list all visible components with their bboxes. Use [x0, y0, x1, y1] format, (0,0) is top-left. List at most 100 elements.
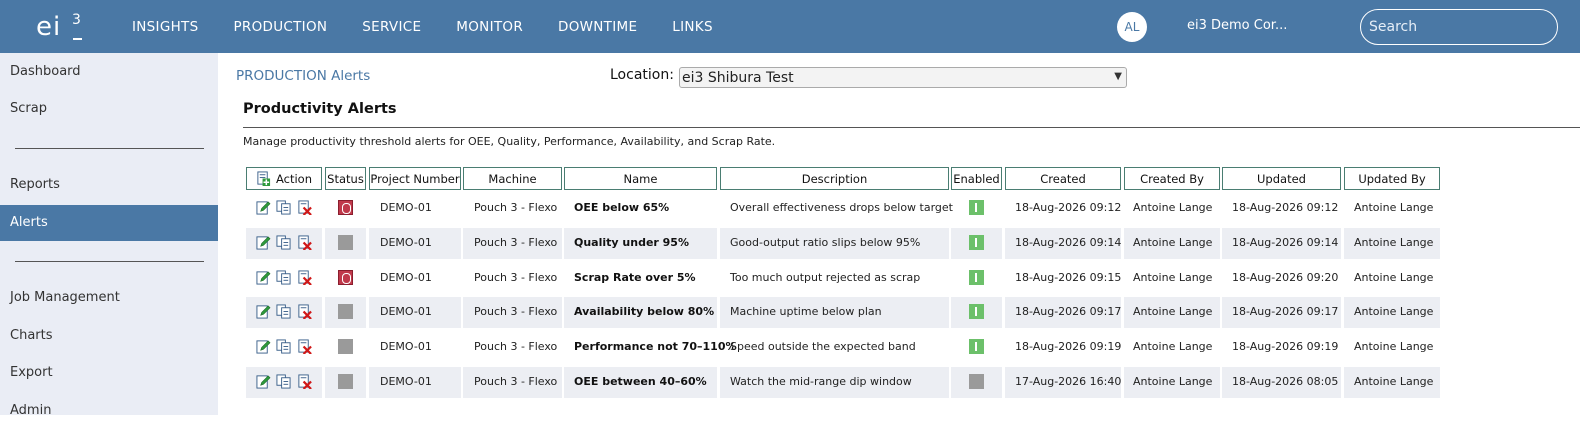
alert-name-cell: Performance not 70–110%: [574, 340, 737, 353]
enabled-toggle-off[interactable]: [969, 374, 984, 389]
add-alert-icon[interactable]: [256, 171, 271, 186]
created-cell: 18-Aug-2026 09:19: [1015, 340, 1122, 353]
search-input[interactable]: [1360, 9, 1558, 45]
column-header-machine[interactable]: Machine: [463, 167, 562, 190]
description-cell: Watch the mid-range dip window: [730, 375, 912, 388]
edit-icon[interactable]: [256, 304, 271, 319]
top-bar: ei 3 INSIGHTS PRODUCTION SERVICE MONITOR…: [0, 0, 1580, 53]
updated-cell: 18-Aug-2026 09:20: [1232, 271, 1339, 284]
delete-icon[interactable]: [297, 304, 312, 319]
sidebar-item-alerts[interactable]: Alerts: [0, 205, 218, 241]
updated-by-cell: Antoine Lange: [1354, 201, 1434, 214]
breadcrumb[interactable]: PRODUCTION Alerts: [236, 68, 370, 84]
column-header-name[interactable]: Name: [564, 167, 717, 190]
edit-icon[interactable]: [256, 235, 271, 250]
nav-downtime[interactable]: DOWNTIME: [558, 19, 637, 35]
copy-icon[interactable]: [276, 235, 291, 250]
status-idle-icon: [338, 339, 353, 354]
location-select[interactable]: ei3 Shibura Test ▼: [679, 67, 1127, 88]
copy-icon[interactable]: [276, 339, 291, 354]
created-by-cell: Antoine Lange: [1133, 236, 1213, 249]
enabled-toggle-on[interactable]: [969, 304, 984, 319]
column-header-updated[interactable]: Updated: [1222, 167, 1341, 190]
enabled-toggle-on[interactable]: [969, 270, 984, 285]
sidebar-item-scrap[interactable]: Scrap: [0, 91, 218, 127]
updated-cell: 18-Aug-2026 09:14: [1232, 236, 1339, 249]
created-by-cell: Antoine Lange: [1133, 201, 1213, 214]
created-cell: 18-Aug-2026 09:17: [1015, 305, 1122, 318]
title-divider: [243, 127, 1580, 128]
created-cell: 18-Aug-2026 09:15: [1015, 271, 1122, 284]
chevron-down-icon: ▼: [1114, 71, 1122, 82]
delete-icon[interactable]: [297, 235, 312, 250]
company-name[interactable]: ei3 Demo Cor...: [1187, 18, 1287, 33]
ei3-logo[interactable]: ei 3: [36, 6, 96, 48]
column-header-created[interactable]: Created: [1005, 167, 1121, 190]
sidebar-item-dashboard[interactable]: Dashboard: [0, 54, 218, 90]
description-cell: Speed outside the expected band: [730, 340, 916, 353]
edit-icon[interactable]: [256, 339, 271, 354]
nav-production[interactable]: PRODUCTION: [233, 19, 327, 35]
nav-links[interactable]: LINKS: [672, 19, 713, 35]
updated-cell: 18-Aug-2026 09:17: [1232, 305, 1339, 318]
description-cell: Good-output ratio slips below 95%: [730, 236, 921, 249]
sidebar-item-charts[interactable]: Charts: [0, 318, 218, 354]
created-by-cell: Antoine Lange: [1133, 340, 1213, 353]
copy-icon[interactable]: [276, 270, 291, 285]
edit-icon[interactable]: [256, 200, 271, 215]
created-by-cell: Antoine Lange: [1133, 375, 1213, 388]
updated-by-cell: Antoine Lange: [1354, 305, 1434, 318]
copy-icon[interactable]: [276, 304, 291, 319]
description-cell: Machine uptime below plan: [730, 305, 882, 318]
column-header-action[interactable]: Action: [246, 167, 322, 190]
enabled-toggle-on[interactable]: [969, 339, 984, 354]
user-avatar[interactable]: AL: [1117, 12, 1147, 42]
column-header-updated-by[interactable]: Updated By: [1344, 167, 1440, 190]
column-header-project-number[interactable]: Project Number: [369, 167, 461, 190]
project-number-cell: DEMO-01: [380, 375, 432, 388]
column-header-status[interactable]: Status: [325, 167, 366, 190]
status-triggered-icon: [338, 200, 353, 215]
nav-monitor[interactable]: MONITOR: [456, 19, 523, 35]
column-header-label: Action: [275, 171, 313, 186]
edit-icon[interactable]: [256, 374, 271, 389]
alert-name-cell: OEE below 65%: [574, 201, 670, 214]
sidebar-item-reports[interactable]: Reports: [0, 167, 218, 203]
sidebar-divider: [15, 148, 204, 149]
sidebar-item-export[interactable]: Export: [0, 355, 218, 391]
page-title: Productivity Alerts: [243, 101, 397, 117]
project-number-cell: DEMO-01: [380, 340, 432, 353]
copy-icon[interactable]: [276, 200, 291, 215]
sidebar-divider: [15, 261, 204, 262]
alert-name-cell: Scrap Rate over 5%: [574, 271, 696, 284]
column-header-enabled[interactable]: Enabled: [951, 167, 1002, 190]
sidebar-item-admin[interactable]: Admin: [0, 393, 218, 429]
edit-icon[interactable]: [256, 270, 271, 285]
location-label: Location:: [610, 67, 674, 83]
nav-service[interactable]: SERVICE: [362, 19, 421, 35]
sidebar-item-job-management[interactable]: Job Management: [0, 280, 218, 316]
enabled-toggle-on[interactable]: [969, 235, 984, 250]
machine-cell: Pouch 3 - Flexo: [474, 375, 558, 388]
created-by-cell: Antoine Lange: [1133, 305, 1213, 318]
logo-underline: [73, 38, 82, 40]
status-idle-icon: [338, 304, 353, 319]
column-header-created-by[interactable]: Created By: [1124, 167, 1220, 190]
nav-insights[interactable]: INSIGHTS: [132, 19, 198, 35]
updated-by-cell: Antoine Lange: [1354, 236, 1434, 249]
copy-icon[interactable]: [276, 374, 291, 389]
page-description: Manage productivity threshold alerts for…: [243, 135, 776, 148]
project-number-cell: DEMO-01: [380, 305, 432, 318]
machine-cell: Pouch 3 - Flexo: [474, 305, 558, 318]
updated-by-cell: Antoine Lange: [1354, 340, 1434, 353]
delete-icon[interactable]: [297, 339, 312, 354]
delete-icon[interactable]: [297, 374, 312, 389]
machine-cell: Pouch 3 - Flexo: [474, 271, 558, 284]
delete-icon[interactable]: [297, 200, 312, 215]
updated-cell: 18-Aug-2026 09:12: [1232, 201, 1339, 214]
location-value: ei3 Shibura Test: [682, 69, 794, 86]
enabled-toggle-on[interactable]: [969, 200, 984, 215]
status-triggered-icon: [338, 270, 353, 285]
column-header-description[interactable]: Description: [720, 167, 949, 190]
delete-icon[interactable]: [297, 270, 312, 285]
